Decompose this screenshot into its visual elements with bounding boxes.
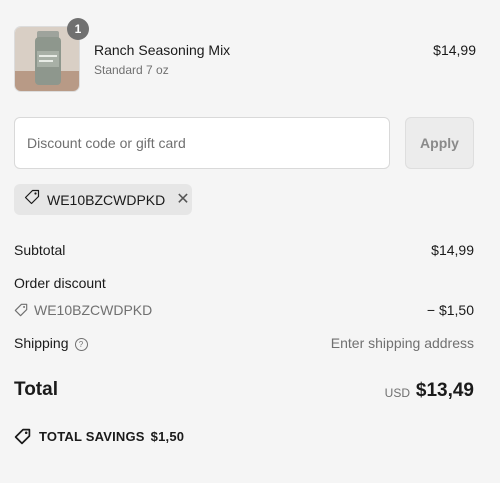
cart-line-item: 1 Ranch Seasoning Mix Standard 7 oz $14,… [14, 18, 476, 92]
help-circle-icon[interactable]: ? [74, 338, 88, 351]
shipping-value: Enter shipping address [330, 335, 474, 351]
total-amount: $13,49 [415, 380, 474, 401]
product-price: $14,99 [433, 42, 476, 58]
savings-amount: $1,50 [150, 429, 185, 444]
quantity-badge: 1 [67, 18, 89, 40]
applied-discount-code: WE10BZCWDPKD [47, 191, 166, 208]
applied-discount-chip: WE10BZCWDPKD ✕ [14, 184, 192, 215]
savings-label: TOTAL SAVINGS [39, 429, 145, 444]
shipping-label: Shipping [14, 335, 69, 351]
order-discount-label: Order discount [14, 275, 106, 291]
product-name: Ranch Seasoning Mix [94, 42, 231, 58]
currency-code: USD [384, 386, 410, 400]
discount-code-text: WE10BZCWDPKD [34, 302, 153, 318]
tag-icon [24, 189, 40, 210]
discount-value: − $1,50 [426, 302, 474, 318]
discount-code-input[interactable] [14, 117, 390, 169]
subtotal-label: Subtotal [14, 242, 66, 258]
total-savings: TOTAL SAVINGS $1,50 [14, 428, 184, 445]
apply-button[interactable]: Apply [405, 117, 474, 169]
shipping-label-group: Shipping? [14, 335, 88, 351]
close-icon[interactable]: ✕ [176, 191, 189, 208]
product-variant: Standard 7 oz [94, 63, 169, 77]
tag-icon [14, 303, 28, 317]
tag-icon [14, 428, 31, 445]
subtotal-value: $14,99 [431, 242, 474, 258]
discount-code-line: WE10BZCWDPKD [14, 302, 152, 318]
total-label: Total [14, 379, 58, 400]
